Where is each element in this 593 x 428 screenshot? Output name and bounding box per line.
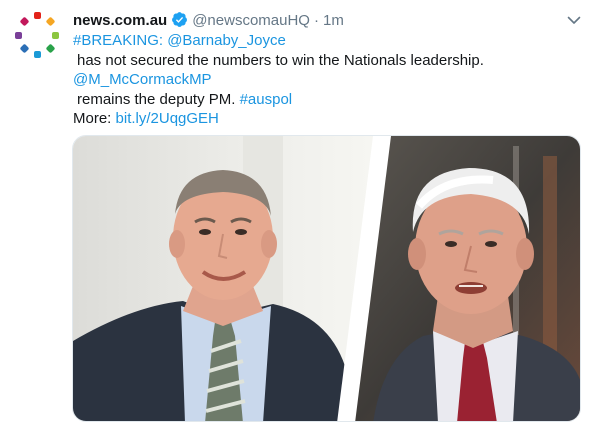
tweet-text: #BREAKING: @Barnaby_Joyce has not secure…	[73, 31, 573, 129]
short-url-link[interactable]: bit.ly/2UqgGEH	[116, 110, 219, 127]
logo-dot	[45, 43, 56, 54]
right-photo	[355, 136, 580, 421]
tweet-text-segment: remains the deputy PM.	[77, 90, 236, 108]
account-handle[interactable]: @newscomauHQ	[192, 12, 310, 29]
logo-dot	[15, 32, 22, 39]
more-label: More:	[73, 110, 112, 127]
logo-dot	[45, 16, 56, 27]
chevron-down-icon[interactable]	[566, 12, 582, 28]
logo-dot	[34, 51, 41, 58]
mention-link[interactable]: @Barnaby_Joyce	[167, 32, 286, 49]
logo-dot	[52, 32, 59, 39]
logo-dot	[19, 16, 30, 27]
tweet-card[interactable]: news.com.au @newscomauHQ · 1m #BREAKING: @B…	[0, 0, 593, 428]
mention-link[interactable]: @M_McCormackMP	[73, 71, 212, 88]
left-photo	[73, 136, 373, 421]
tweet-media-image[interactable]	[72, 135, 581, 422]
tweet-header: news.com.au @newscomauHQ · 1m	[73, 11, 344, 31]
header-separator: ·	[313, 12, 319, 29]
logo-dot	[19, 43, 30, 54]
tweet-line: @M_McCormackMP	[73, 70, 573, 90]
tweet-timestamp[interactable]: 1m	[323, 12, 344, 29]
news-logo-icon[interactable]	[12, 10, 62, 60]
hashtag-link[interactable]: #auspol	[240, 91, 293, 108]
hashtag-link[interactable]: #BREAKING:	[73, 32, 163, 49]
display-name[interactable]: news.com.au	[73, 12, 167, 29]
tweet-line: has not secured the numbers to win the N…	[77, 51, 484, 69]
logo-dot	[34, 12, 41, 19]
tweet-line: #BREAKING: @Barnaby_Joyce	[73, 31, 573, 51]
tweet-line: More: bit.ly/2UqgGEH	[73, 109, 573, 129]
tweet-line: remains the deputy PM. #auspol	[73, 90, 573, 110]
